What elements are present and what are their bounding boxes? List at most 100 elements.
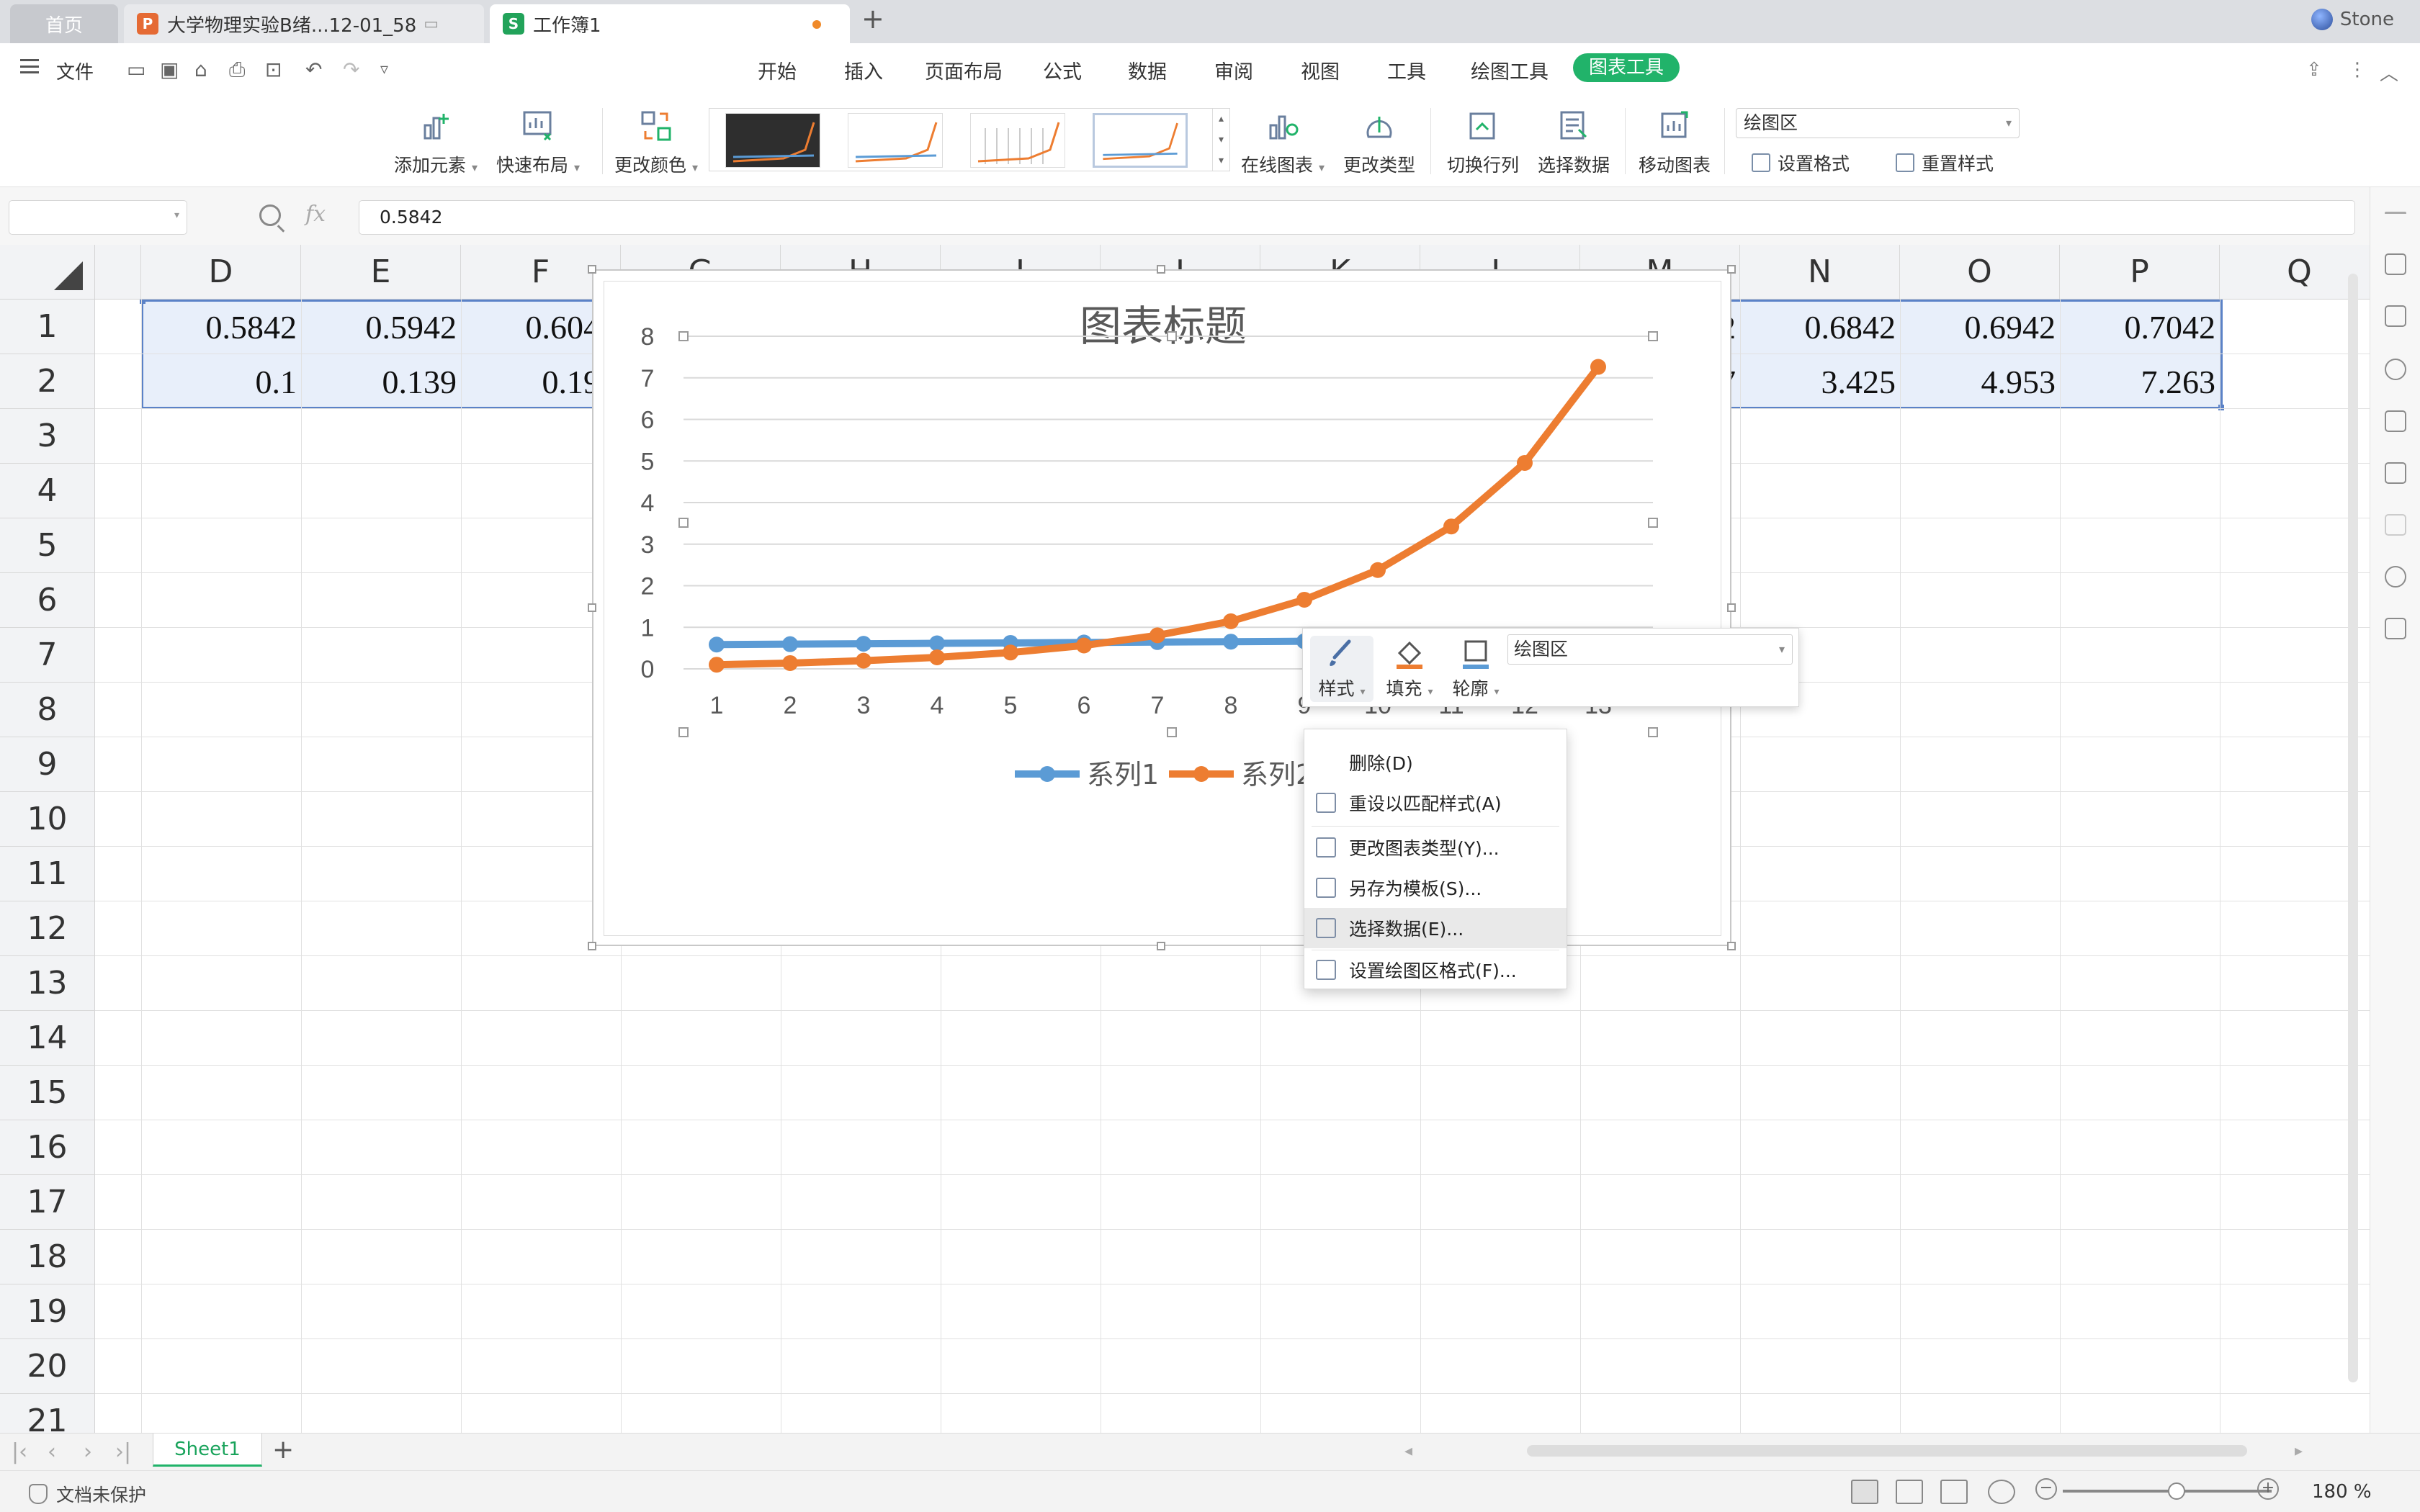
row-header-4[interactable]: 4 <box>0 464 95 518</box>
row-header-10[interactable]: 10 <box>0 792 95 847</box>
row-header-18[interactable]: 18 <box>0 1230 95 1284</box>
plot-area-handle[interactable] <box>1167 727 1177 737</box>
row-header-2[interactable]: 2 <box>0 354 95 409</box>
prev-sheet-icon[interactable]: ‹ <box>48 1439 56 1464</box>
share-icon[interactable]: ⇪ <box>2306 59 2322 81</box>
column-header-o[interactable]: O <box>1900 245 2060 300</box>
undo-icon[interactable]: ↶ <box>305 58 322 81</box>
scroll-right-icon[interactable]: ▸ <box>2295 1442 2303 1460</box>
gallery-scroll[interactable]: ▴ ▾ ▾ <box>1212 109 1229 171</box>
resize-handle[interactable] <box>588 942 596 950</box>
series-2-point-2[interactable] <box>782 654 798 671</box>
zoom-out-button[interactable]: − <box>2035 1478 2057 1500</box>
chart-legend[interactable]: 系列1 系列2 <box>1015 759 1313 791</box>
row-header-5[interactable]: 5 <box>0 518 95 573</box>
cell-p2[interactable]: 7.263 <box>2060 354 2220 409</box>
resize-handle[interactable] <box>1727 942 1736 950</box>
chevron-up-icon[interactable]: ▴ <box>1219 113 1224 125</box>
reset-style-button[interactable]: 重置样式 <box>1896 150 1994 176</box>
format-painter-icon[interactable]: ⌂ <box>194 58 207 81</box>
cell-d2[interactable]: 0.1 <box>141 354 301 409</box>
online-chart-button[interactable]: 在线图表 ▾ <box>1229 108 1337 177</box>
row-header-14[interactable]: 14 <box>0 1011 95 1066</box>
menu-start[interactable]: 开始 <box>758 56 797 84</box>
series-2-point-10[interactable] <box>1370 562 1386 578</box>
series-line-2[interactable] <box>716 364 1601 669</box>
page-break-view-button[interactable] <box>1940 1480 1968 1504</box>
series-2-point-13[interactable] <box>1590 359 1606 375</box>
image-icon[interactable] <box>2385 618 2406 639</box>
style-icon[interactable] <box>2385 305 2406 327</box>
page-layout-view-button[interactable] <box>1896 1480 1923 1504</box>
new-tab-button[interactable]: + <box>861 3 884 35</box>
series-2-point-3[interactable] <box>856 652 871 669</box>
file-menu[interactable]: 文件 <box>56 58 94 84</box>
column-header-e[interactable]: E <box>301 245 461 300</box>
series-1-point-8[interactable] <box>1223 634 1239 650</box>
cell-d1[interactable]: 0.5842 <box>141 300 301 354</box>
row-header-15[interactable]: 15 <box>0 1066 95 1120</box>
series-2-point-1[interactable] <box>709 657 725 673</box>
row-header-6[interactable]: 6 <box>0 573 95 628</box>
cell-p1[interactable]: 0.7042 <box>2060 300 2220 354</box>
series-1-point-4[interactable] <box>929 635 945 652</box>
menu-tools[interactable]: 工具 <box>1387 56 1426 84</box>
vertical-scrollbar[interactable] <box>2345 266 2361 1418</box>
resize-handle[interactable] <box>588 603 596 612</box>
sheet-tab-sheet1[interactable]: Sheet1 <box>153 1434 262 1467</box>
column-header-n[interactable]: N <box>1740 245 1900 300</box>
cell-n2[interactable]: 3.425 <box>1740 354 1900 409</box>
chevron-down-icon[interactable]: ▾ <box>1219 134 1224 145</box>
first-sheet-icon[interactable]: |‹ <box>12 1439 27 1464</box>
chart-title[interactable]: 图表标题 <box>1080 302 1247 351</box>
save-icon[interactable]: ▣ <box>160 58 179 81</box>
style-button[interactable]: 样式 ▾ <box>1310 636 1373 702</box>
plot-area-handle[interactable] <box>1648 518 1658 528</box>
print-icon[interactable]: ⎙ <box>229 58 245 82</box>
resize-handle[interactable] <box>1727 265 1736 274</box>
more-options-icon[interactable]: ⋮ <box>2348 59 2367 81</box>
row-header-13[interactable]: 13 <box>0 956 95 1011</box>
plot-area-handle[interactable] <box>678 727 689 737</box>
scroll-left-icon[interactable]: ◂ <box>1404 1442 1412 1460</box>
chart-element-select[interactable]: 绘图区 ▾ <box>1736 108 2020 138</box>
change-color-button[interactable]: 更改颜色 ▾ <box>602 108 710 177</box>
transfer-icon[interactable] <box>2385 514 2406 536</box>
search-icon[interactable] <box>259 204 281 226</box>
plot-area-handle[interactable] <box>1648 331 1658 341</box>
row-header-20[interactable]: 20 <box>0 1339 95 1394</box>
resize-handle[interactable] <box>1727 603 1736 612</box>
change-type-button[interactable]: 更改类型 <box>1325 108 1433 177</box>
resize-handle[interactable] <box>1157 942 1165 950</box>
settings-sliders-icon[interactable] <box>2385 462 2406 484</box>
ctx-format-plot-area[interactable]: 设置绘图区格式(F)... <box>1304 950 1567 990</box>
menu-formula[interactable]: 公式 <box>1043 56 1082 84</box>
zoom-slider[interactable] <box>2063 1490 2272 1493</box>
series-2[interactable] <box>709 359 1606 673</box>
user-account[interactable]: Stone <box>2311 9 2394 30</box>
menu-review[interactable]: 审阅 <box>1214 56 1253 84</box>
customize-toolbar-icon[interactable]: ▿ <box>380 60 388 78</box>
plot-area-handle[interactable] <box>1648 727 1658 737</box>
resize-handle[interactable] <box>1157 265 1165 274</box>
expand-gallery-icon[interactable]: ▾ <box>1219 155 1224 166</box>
series-2-point-11[interactable] <box>1443 518 1459 535</box>
properties-icon[interactable] <box>2385 359 2406 380</box>
series-1-point-2[interactable] <box>782 636 798 652</box>
history-icon[interactable] <box>2385 566 2406 588</box>
series-2-point-7[interactable] <box>1150 627 1165 644</box>
plot-area-handle[interactable] <box>678 331 689 341</box>
add-element-button[interactable]: 添加元素 ▾ <box>382 108 490 177</box>
series-2-point-12[interactable] <box>1517 454 1533 471</box>
series-2-point-6[interactable] <box>1076 637 1092 654</box>
resize-handle[interactable] <box>588 265 596 274</box>
cell-o2[interactable]: 4.953 <box>1900 354 2060 409</box>
series-2-point-9[interactable] <box>1296 591 1312 608</box>
menu-view[interactable]: 视图 <box>1301 56 1340 84</box>
menu-insert[interactable]: 插入 <box>844 56 883 84</box>
open-folder-icon[interactable]: ▭ <box>127 58 145 81</box>
fill-button[interactable]: 填充 ▾ <box>1378 636 1441 702</box>
row-header-19[interactable]: 19 <box>0 1284 95 1339</box>
plot-area-handle[interactable] <box>678 518 689 528</box>
menu-data[interactable]: 数据 <box>1128 56 1167 84</box>
